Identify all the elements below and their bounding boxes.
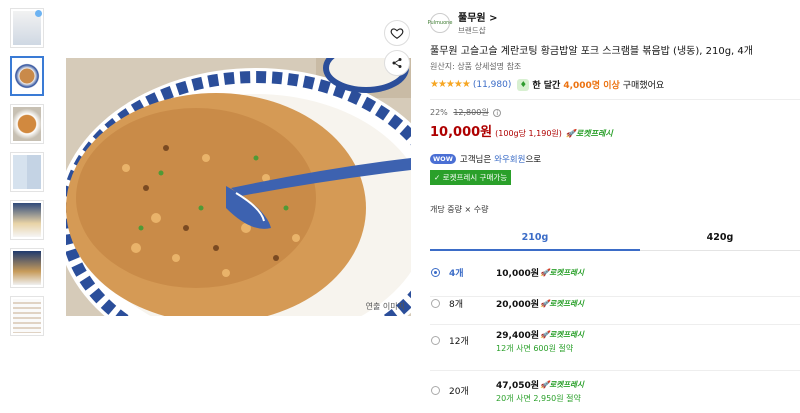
rating-row: ★★★★★ (11,980) ♦ 한 달간 4,000명 이상 구매했어요 — [430, 78, 800, 91]
option-rocket: 🚀로켓프레시 — [540, 299, 584, 308]
image-caption: 연출 이미지 — [365, 302, 405, 311]
popularity-count: 4,000명 이상 — [563, 81, 620, 91]
discount-rate: 22% — [430, 108, 448, 117]
option-row-4[interactable]: 4개 10,000원 🚀로켓프레시 — [430, 251, 800, 297]
popular-icon: ♦ — [517, 78, 530, 91]
weight-tabs: 210g 420g — [430, 232, 800, 251]
option-row-12[interactable]: 12개 29,400원 🚀로켓프레시 12개 사면 600원 절약 — [430, 325, 800, 371]
thumbnail-2-selected[interactable] — [10, 56, 44, 96]
option-rocket-label: 로켓프레시 — [549, 299, 584, 308]
discount-row: 22% 12,800원 i — [430, 107, 800, 118]
popularity-prefix: 한 달간 — [532, 81, 561, 91]
option-rocket-label: 로켓프레시 — [549, 268, 584, 277]
rocket-fresh-available-badge: ✓ 로켓프레시 구매가능 — [430, 170, 512, 185]
radio[interactable] — [431, 299, 440, 308]
info-icon[interactable]: i — [493, 109, 502, 117]
share-button[interactable] — [384, 50, 410, 76]
product-info-panel: Pulmuone 풀무원 > 브랜드샵 풀무원 고슬고슬 계란코팅 황금밥알 포… — [428, 0, 800, 413]
brand-shop-label: 브랜드샵 — [458, 26, 486, 35]
option-rocket: 🚀로켓프레시 — [540, 330, 584, 339]
sale-price: 10,000원 — [430, 125, 493, 140]
brand-logo: Pulmuone — [428, 12, 452, 33]
radio[interactable] — [431, 336, 440, 345]
wishlist-button[interactable] — [384, 20, 410, 46]
product-title: 풀무원 고슬고슬 계란코팅 황금밥알 포크 스크램블 볶음밥 (냉동), 210… — [430, 46, 753, 57]
option-row-20[interactable]: 20개 47,050원 🚀로켓프레시 20개 사면 2,950원 절약 — [430, 371, 800, 413]
radio[interactable] — [431, 386, 440, 395]
wow-tail: 으로 — [525, 155, 542, 165]
thumbnail-1[interactable] — [10, 8, 44, 48]
tab-420g[interactable]: 420g — [640, 232, 800, 251]
rocket-fresh-label: 로켓프레시 — [575, 129, 613, 138]
option-rocket-label: 로켓프레시 — [549, 380, 584, 389]
option-savings: 12개 사면 600원 절약 — [496, 344, 574, 353]
product-main-image: 연출 이미지 — [66, 58, 411, 316]
option-rocket-label: 로켓프레시 — [549, 330, 584, 339]
wow-text: 고객님은 — [459, 155, 492, 165]
unit-price: (100g당 1,190원) — [495, 129, 562, 138]
option-price: 47,050원 — [496, 381, 540, 391]
option-label: 개당 중량 × 수량 — [430, 205, 489, 214]
thumbnail-3[interactable] — [10, 104, 44, 144]
popularity-suffix: 구매했어요 — [622, 81, 665, 91]
thumbnail-5[interactable] — [10, 200, 44, 240]
option-savings: 20개 사면 2,950원 절약 — [496, 394, 581, 403]
price-row: 10,000원 (100g당 1,190원) 🚀로켓프레시 — [430, 121, 800, 140]
option-price: 20,000원 — [496, 300, 540, 310]
share-icon — [392, 58, 402, 68]
tab-210g[interactable]: 210g — [430, 232, 640, 251]
product-origin: 원산지: 상품 상세설명 참조 — [430, 62, 522, 71]
heart-icon — [390, 28, 404, 39]
rating-stars: ★★★★★ — [430, 79, 471, 90]
wow-badge: WOW — [430, 154, 456, 164]
option-rocket: 🚀로켓프레시 — [540, 268, 584, 277]
option-row-8[interactable]: 8개 20,000원 🚀로켓프레시 — [430, 297, 800, 325]
review-count-link[interactable]: (11,980) — [473, 80, 512, 90]
thumbnail-6[interactable] — [10, 248, 44, 288]
brand-name[interactable]: 풀무원 > — [458, 9, 497, 24]
original-price: 12,800원 — [453, 108, 489, 117]
rocket-fresh-badge: 🚀로켓프레시 — [565, 129, 613, 138]
option-qty: 20개 — [449, 387, 469, 397]
option-rocket: 🚀로켓프레시 — [540, 380, 584, 389]
option-price: 10,000원 — [496, 269, 540, 279]
badge-icon — [35, 10, 42, 17]
thumbnail-7[interactable] — [10, 296, 44, 336]
thumbnail-list — [10, 8, 46, 344]
option-qty: 12개 — [449, 337, 469, 347]
brand-shop-link[interactable]: Pulmuone 풀무원 > 브랜드샵 — [428, 9, 800, 36]
option-qty: 4개 — [449, 269, 464, 279]
fried-rice-illustration — [66, 58, 411, 316]
option-price: 29,400원 — [496, 331, 540, 341]
divider — [430, 99, 800, 100]
wow-member-row: WOW 고객님은 와우회원 으로 — [430, 153, 800, 165]
wow-member-link[interactable]: 와우회원 — [494, 153, 525, 165]
thumbnail-4[interactable] — [10, 152, 44, 192]
option-qty: 8개 — [449, 300, 464, 310]
radio-selected[interactable] — [431, 268, 440, 277]
